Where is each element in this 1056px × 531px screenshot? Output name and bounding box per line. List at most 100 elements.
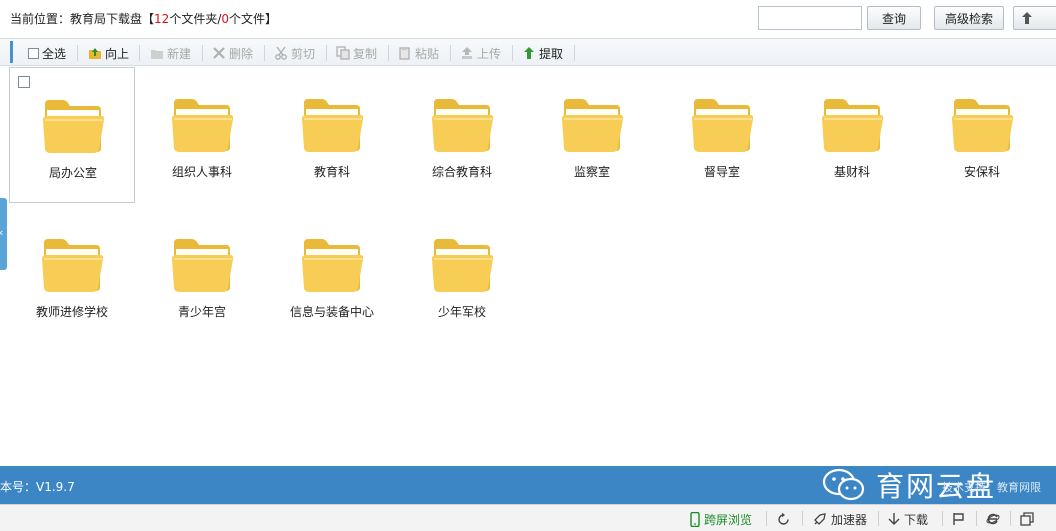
ie-browser-icon — [986, 513, 1000, 525]
checkbox-icon[interactable] — [28, 47, 39, 59]
sidebar-toggle[interactable]: ‹ — [0, 198, 7, 270]
folder-name[interactable]: 综合教育科 — [399, 163, 525, 180]
bottom-divider — [878, 511, 879, 526]
cut-button[interactable]: 剪切 — [274, 44, 315, 62]
location-path[interactable]: 教育局下载盘 — [70, 12, 142, 26]
folder-icon[interactable] — [40, 235, 104, 295]
upload-arrow-button[interactable] — [1013, 6, 1056, 30]
bottom-divider — [1010, 511, 1011, 526]
folder-icon[interactable] — [170, 95, 234, 155]
cross-screen-button[interactable]: 跨屏浏览 — [690, 510, 752, 528]
folder-icon[interactable] — [170, 235, 234, 295]
delete-button[interactable]: 删除 — [212, 44, 253, 62]
new-button[interactable]: 新建 — [150, 44, 191, 62]
accelerator-button[interactable]: 加速器 — [812, 510, 867, 528]
folder-count: 12 — [154, 12, 170, 26]
up-button[interactable]: 向上 — [88, 44, 129, 62]
folder-icon[interactable] — [300, 235, 364, 295]
folder-name[interactable]: 基财科 — [789, 163, 915, 180]
folder-name[interactable]: 监察室 — [529, 163, 655, 180]
folder-icon[interactable] — [820, 95, 884, 155]
accelerator-label: 加速器 — [831, 512, 868, 527]
folder-name[interactable]: 教师进修学校 — [9, 303, 135, 320]
delete-x-icon — [213, 47, 225, 59]
cut-label: 剪切 — [291, 46, 316, 61]
folder-item[interactable]: 局办公室 — [9, 67, 135, 203]
flag-icon — [953, 513, 964, 525]
arrow-up-icon — [1022, 12, 1032, 24]
copy-button[interactable]: 复制 — [336, 44, 377, 62]
copy-icon — [336, 46, 350, 60]
chevron-left-icon: ‹ — [0, 226, 3, 239]
folder-grid: 局办公室 组织人事科 教育科 综合教育科 监察室 督导室 基财科 安保科教师进修学校 青少年宫信… — [0, 66, 1056, 466]
folder-icon[interactable] — [300, 95, 364, 155]
refresh-icon — [778, 512, 789, 525]
breadcrumb: 当前位置：教育局下载盘【12个文件夹/0个文件】 — [10, 10, 277, 27]
folder-icon[interactable] — [430, 235, 494, 295]
download-button[interactable]: 下载 — [888, 510, 928, 528]
paste-button[interactable]: 粘贴 — [398, 44, 439, 62]
folder-item[interactable]: 监察室 — [529, 67, 655, 203]
folder-icon[interactable] — [690, 95, 754, 155]
scissors-icon — [275, 46, 287, 60]
location-prefix: 当前位置： — [10, 12, 71, 26]
bracket-close: 】 — [265, 12, 278, 26]
copy-label: 复制 — [353, 46, 378, 61]
search-input[interactable] — [758, 6, 862, 30]
folder-unit: 个文件夹/ — [169, 12, 222, 26]
cross-screen-label: 跨屏浏览 — [704, 512, 753, 527]
bracket-open: 【 — [142, 12, 155, 26]
extract-label: 提取 — [539, 46, 564, 61]
advanced-search-button[interactable]: 高级检索 — [934, 6, 1004, 30]
new-folder-icon — [151, 50, 163, 59]
toolbar: 全选 向上 新建 删除 剪切 复制 粘贴 上传 提取 — [0, 38, 1056, 66]
delete-label: 删除 — [229, 46, 254, 61]
bottom-divider — [802, 511, 803, 526]
select-all-checkbox[interactable]: 全选 — [28, 44, 66, 62]
folder-item[interactable]: 基财科 — [789, 67, 915, 203]
folder-icon[interactable] — [41, 96, 105, 156]
folder-item[interactable]: 少年军校 — [399, 207, 525, 343]
folder-name[interactable]: 督导室 — [659, 163, 785, 180]
folder-icon[interactable] — [950, 95, 1014, 155]
toolbar-divider — [264, 45, 265, 61]
ie-button[interactable] — [986, 510, 1000, 528]
folder-name[interactable]: 组织人事科 — [139, 163, 265, 180]
folder-item[interactable]: 安保科 — [919, 67, 1045, 203]
flag-button[interactable] — [952, 510, 965, 528]
toolbar-divider — [326, 45, 327, 61]
window-restore-icon — [1020, 512, 1034, 526]
select-all-label: 全选 — [42, 46, 67, 61]
window-button[interactable] — [1020, 510, 1034, 528]
folder-name[interactable]: 局办公室 — [10, 164, 136, 181]
toolbar-divider — [202, 45, 203, 61]
wechat-icon — [822, 468, 865, 501]
folder-item[interactable]: 教育科 — [269, 67, 395, 203]
folder-item[interactable]: 组织人事科 — [139, 67, 265, 203]
folder-icon[interactable] — [430, 95, 494, 155]
toolbar-divider — [77, 45, 78, 61]
folder-icon[interactable] — [560, 95, 624, 155]
extract-button[interactable]: 提取 — [522, 44, 563, 62]
upload-button[interactable]: 上传 — [460, 44, 501, 62]
folder-item[interactable]: 督导室 — [659, 67, 785, 203]
folder-item[interactable]: 青少年宫 — [139, 207, 265, 343]
download-arrow-icon — [888, 513, 900, 525]
folder-item[interactable]: 教师进修学校 — [9, 207, 135, 343]
folder-name[interactable]: 青少年宫 — [139, 303, 265, 320]
folder-up-icon — [89, 48, 101, 59]
folder-name[interactable]: 安保科 — [919, 163, 1045, 180]
folder-name[interactable]: 信息与装备中心 — [269, 303, 395, 320]
folder-checkbox[interactable] — [18, 76, 30, 88]
toolbar-accent-bar — [10, 41, 13, 63]
folder-name[interactable]: 教育科 — [269, 163, 395, 180]
folder-item[interactable]: 信息与装备中心 — [269, 207, 395, 343]
folder-item[interactable]: 综合教育科 — [399, 67, 525, 203]
refresh-button[interactable] — [776, 510, 791, 528]
bottom-bar: 跨屏浏览 加速器 下载 — [0, 504, 1056, 531]
toolbar-divider — [512, 45, 513, 61]
phone-icon — [690, 511, 700, 527]
folder-name[interactable]: 少年军校 — [399, 303, 525, 320]
search-button[interactable]: 查询 — [867, 6, 921, 30]
toolbar-divider — [450, 45, 451, 61]
